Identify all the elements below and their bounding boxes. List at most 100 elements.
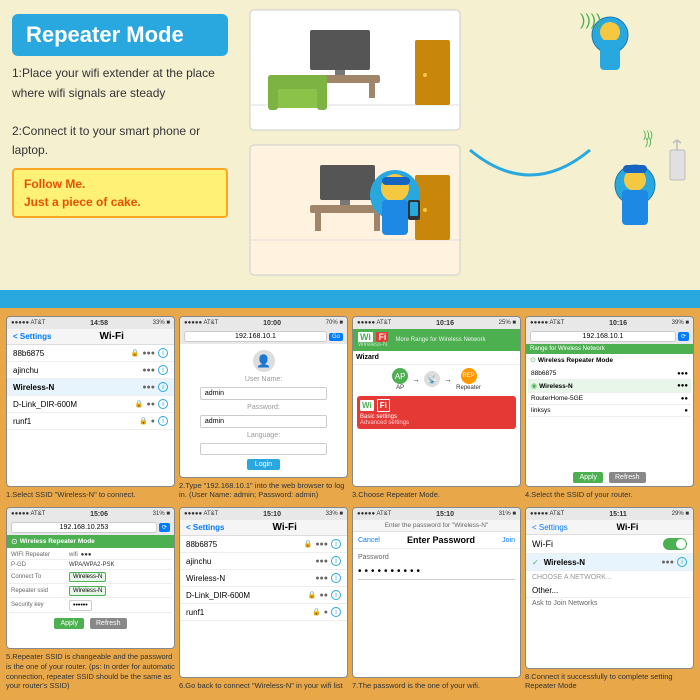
phone-screen-5: ●●●●● AT&T 15:06 31% ■ 192.168.10.253 ⟳ … — [6, 507, 175, 649]
go-button-4[interactable]: ⟳ — [678, 332, 689, 341]
list-item[interactable]: RouterHome-5GE ●● — [528, 393, 691, 405]
back-button-8[interactable]: < Settings — [532, 523, 568, 532]
list-item[interactable]: D-Link_DIR-600M 🔒 ●● i — [7, 396, 174, 413]
wifi-header-1: < Settings Wi-Fi — [7, 329, 174, 345]
svg-text:))): ))) — [643, 130, 653, 141]
password-field[interactable]: admin — [200, 415, 327, 428]
field-row: Security key •••••• — [9, 598, 172, 613]
connect-to-field[interactable]: Wireless-N — [69, 572, 106, 582]
list-item[interactable]: runf1 🔒 ● i — [180, 604, 347, 621]
info-icon[interactable]: i — [158, 399, 168, 409]
wireless-subtitle: Wireless-N — [358, 342, 388, 348]
info-icon[interactable]: i — [158, 382, 168, 392]
screenshot-8: ●●●●● AT&T 15:11 29% ■ < Settings Wi-Fi … — [525, 507, 694, 692]
browser-header-2: 192.168.10.1 Go — [180, 329, 347, 344]
connected-ssid: Wireless-N — [544, 558, 659, 567]
ap-mode-icon[interactable]: AP AP — [392, 368, 408, 391]
screenshot-2: ●●●●● AT&T 10:00 70% ■ 192.168.10.1 Go 👤… — [179, 316, 348, 501]
caption-4: 4.Select the SSID of your router. — [525, 489, 694, 501]
back-button-1[interactable]: < Settings — [13, 332, 51, 341]
wifi-toggle[interactable] — [663, 538, 687, 550]
info-icon[interactable]: i — [331, 556, 341, 566]
list-item[interactable]: 88b6875 🔒 ●●● i — [180, 536, 347, 553]
wifi-title-8: Wi-Fi — [568, 522, 687, 532]
apply-button[interactable]: Apply — [573, 472, 603, 483]
list-item[interactable]: ◉ Wireless-N ●●● — [528, 380, 691, 393]
info-icon[interactable]: i — [158, 348, 168, 358]
browser-url-5[interactable]: 192.168.10.253 — [11, 522, 157, 533]
join-button[interactable]: Join — [502, 537, 515, 544]
repeater-ssid-field[interactable]: Wireless-N — [69, 586, 106, 596]
go-button[interactable]: Go — [329, 333, 343, 341]
back-button-6[interactable]: < Settings — [186, 523, 224, 532]
info-icon[interactable]: i — [158, 416, 168, 426]
repeater-mode-icon[interactable]: REP Repeater — [456, 368, 481, 391]
status-left-2: ●●●●● AT&T — [184, 320, 218, 326]
phone-content-3: Wi Fi Wireless-N More Range for Wireless… — [353, 329, 520, 486]
list-item[interactable]: linksys ● — [528, 405, 691, 417]
info-icon[interactable]: i — [158, 365, 168, 375]
wifi-on-label: Wi-Fi — [532, 539, 663, 549]
status-center-8: 15:11 — [609, 511, 627, 518]
list-item[interactable]: ajinchu ●●● i — [7, 362, 174, 379]
wizard-label: Wizard — [353, 351, 520, 365]
status-bar-8: ●●●●● AT&T 15:11 29% ■ — [526, 508, 693, 520]
title-box: Repeater Mode — [12, 14, 228, 56]
connected-network-item[interactable]: ✓ Wireless-N ●●● i — [526, 554, 693, 571]
phone-screen-1: ●●●●● AT&T 14:58 33% ■ < Settings Wi-Fi … — [6, 316, 175, 487]
status-center-2: 10:00 — [263, 320, 281, 327]
status-center-6: 15:10 — [263, 511, 281, 518]
username-field[interactable]: admin — [200, 387, 327, 400]
list-item[interactable]: Wireless-N ●●● i — [7, 379, 174, 396]
status-bar-6: ●●●●● AT&T 15:10 33% ■ — [180, 508, 347, 520]
router-list: 88b6875 ●●● ◉ Wireless-N ●●● RouterHome-… — [526, 366, 693, 469]
instruction-1: 1:Place your wifi extender at the place … — [12, 64, 228, 102]
list-item[interactable]: 88b6875 🔒 ●●● i — [7, 345, 174, 362]
browser-url-4[interactable]: 192.168.10.1 — [530, 331, 676, 342]
router-icon: 📡 — [424, 371, 440, 388]
info-icon[interactable]: i — [331, 539, 341, 549]
status-left-8: ●●●●● AT&T — [530, 511, 564, 517]
status-bar-7: ●●●●● AT&T 15:10 31% ■ — [353, 508, 520, 520]
refresh-button-5[interactable]: Refresh — [90, 618, 127, 629]
password-dots-display[interactable]: •••••••••• — [358, 564, 515, 580]
list-item[interactable]: 88b6875 ●●● — [528, 368, 691, 380]
status-left-3: ●●●●● AT&T — [357, 320, 391, 326]
caption-5: 5.Repeater SSID is changeable and the pa… — [6, 651, 175, 692]
info-icon[interactable]: i — [331, 590, 341, 600]
wifi-list-6: 88b6875 🔒 ●●● i ajinchu ●●● i — [180, 536, 347, 677]
phone-content-2: 192.168.10.1 Go 👤 User Name: admin Passw… — [180, 329, 347, 477]
status-bar-2: ●●●●● AT&T 10:00 70% ■ — [180, 317, 347, 329]
router-header: Range for Wireless Network — [526, 344, 693, 354]
status-right-3: 25% ■ — [499, 320, 516, 326]
phone-screen-8: ●●●●● AT&T 15:11 29% ■ < Settings Wi-Fi … — [525, 507, 694, 669]
language-label: Language: — [247, 432, 280, 439]
screenshot-6: ●●●●● AT&T 15:10 33% ■ < Settings Wi-Fi … — [179, 507, 348, 692]
caption-6: 6.Go back to connect "Wireless-N" in you… — [179, 680, 348, 692]
action-buttons-5: Apply Refresh — [7, 615, 174, 632]
apply-button-5[interactable]: Apply — [54, 618, 84, 629]
login-form: 👤 User Name: admin Password: admin Langu… — [180, 344, 347, 477]
list-item[interactable]: Wireless-N ●●● i — [180, 570, 347, 587]
page-title: Repeater Mode — [26, 22, 214, 48]
status-right-2: 70% ■ — [326, 320, 343, 326]
info-icon[interactable]: i — [331, 607, 341, 617]
login-button[interactable]: Login — [247, 459, 280, 470]
status-left-6: ●●●●● AT&T — [184, 511, 218, 517]
security-key-field[interactable]: •••••• — [69, 600, 92, 611]
phone-screen-7: ●●●●● AT&T 15:10 31% ■ Enter the passwor… — [352, 507, 521, 678]
ask-join-label: Ask to Join Networks — [526, 598, 693, 609]
other-option[interactable]: Other... — [526, 584, 693, 598]
list-item[interactable]: D-Link_DIR-600M 🔒 ●● i — [180, 587, 347, 604]
go-button-5[interactable]: ⟳ — [159, 523, 170, 532]
browser-url[interactable]: 192.168.10.1 — [184, 331, 327, 342]
phone-content-1: < Settings Wi-Fi 88b6875 🔒 ●●● i a — [7, 329, 174, 486]
cancel-button[interactable]: Cancel — [358, 537, 380, 544]
list-item[interactable]: runf1 🔒 ● i — [7, 413, 174, 430]
language-field[interactable] — [200, 443, 327, 455]
list-item[interactable]: ajinchu ●●● i — [180, 553, 347, 570]
refresh-button[interactable]: Refresh — [609, 472, 646, 483]
info-icon[interactable]: i — [677, 557, 687, 567]
info-icon[interactable]: i — [331, 573, 341, 583]
password-field-label: Password — [358, 554, 515, 561]
